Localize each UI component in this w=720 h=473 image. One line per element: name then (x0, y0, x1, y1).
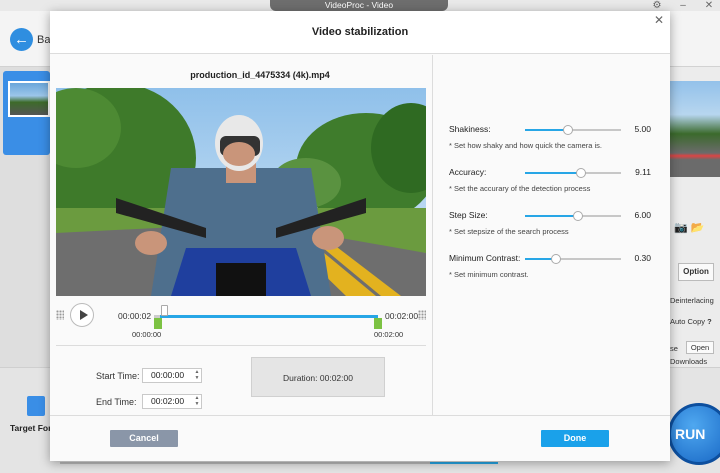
accuracy-slider[interactable] (525, 168, 621, 178)
close-icon[interactable]: ✕ (652, 13, 666, 27)
file-name: production_id_4475334 (4k).mp4 (190, 70, 330, 80)
format-tab[interactable] (60, 462, 160, 473)
output-folder-path: Downloads (670, 357, 708, 366)
start-time-value: 00:00:00 (151, 370, 185, 380)
shakiness-value: 5.00 (634, 124, 651, 134)
play-button[interactable] (70, 303, 94, 327)
accuracy-hint: * Set the accurary of the detection proc… (449, 184, 591, 193)
range-end-time: 00:02:00 (374, 330, 404, 339)
slider-knob[interactable] (573, 211, 583, 221)
cancel-button[interactable]: Cancel (110, 430, 178, 447)
end-time-value: 00:02:00 (151, 396, 185, 406)
end-time-input[interactable]: 00:02:00 ▲ ▼ (142, 394, 202, 409)
minimum-contrast-value: 0.30 (634, 253, 651, 263)
back-arrow-icon[interactable]: ← (10, 28, 33, 51)
end-time-display: 00:02:00 (385, 311, 419, 321)
step-size-hint: * Set stepsize of the search process (449, 227, 569, 236)
start-time-label: Start Time: (96, 371, 140, 381)
slider-knob[interactable] (563, 125, 573, 135)
timeline-grip-left[interactable] (56, 310, 64, 320)
video-list-panel (0, 67, 50, 367)
dialog-header: Video stabilization ✕ (50, 11, 670, 54)
format-tab[interactable] (230, 462, 430, 473)
target-format-icon[interactable] (27, 396, 45, 416)
divider (56, 345, 426, 346)
end-time-label: End Time: (96, 397, 137, 407)
preview-panel: production_id_4475334 (4k).mp4 00:00:02 … (50, 55, 432, 415)
minimize-icon[interactable]: – (676, 0, 690, 11)
window-close-icon[interactable]: ✕ (702, 0, 716, 11)
run-button[interactable]: RUN (668, 403, 720, 465)
shakiness-slider[interactable] (525, 125, 621, 135)
timeline-selected-range[interactable] (160, 315, 378, 318)
app-title-bar: VideoProc - Video ⚙ – ✕ (0, 0, 720, 11)
duration-label: Duration: (283, 373, 318, 383)
start-time-input[interactable]: 00:00:00 ▲ ▼ (142, 368, 202, 383)
minimum-contrast-label: Minimum Contrast: (449, 253, 521, 263)
duration-value: 00:02:00 (319, 373, 353, 383)
slider-knob[interactable] (551, 254, 561, 264)
done-button[interactable]: Done (541, 430, 609, 447)
step-size-slider[interactable] (525, 211, 621, 221)
trim-start-handle[interactable] (154, 318, 162, 329)
minimum-contrast-slider[interactable] (525, 254, 621, 264)
video-stabilization-dialog: Video stabilization ✕ production_id_4475… (50, 11, 670, 461)
slider-fill (525, 129, 568, 131)
shakiness-hint: * Set how shaky and how quick the camera… (449, 141, 602, 150)
dialog-title: Video stabilization (311, 26, 409, 38)
snapshot-camera-icon[interactable]: 📷 (674, 222, 688, 234)
minimum-contrast-hint: * Set minimum contrast. (449, 270, 529, 279)
video-preview[interactable] (56, 88, 426, 296)
help-icon[interactable]: ? (707, 317, 712, 326)
timeline-grip-right[interactable] (418, 310, 426, 320)
stabilization-settings: Shakiness: 5.00 * Set how shaky and how … (433, 55, 670, 415)
video-frame-image (56, 88, 426, 296)
accuracy-label: Accuracy: (449, 167, 487, 177)
dialog-footer: Cancel Done (50, 415, 670, 461)
preview-thumbnail (670, 81, 720, 177)
auto-copy-checkbox-label[interactable]: Auto Copy ? (670, 317, 712, 326)
browse-button[interactable]: se (670, 344, 678, 353)
start-time-spinner-icon[interactable]: ▲ ▼ (194, 369, 200, 381)
deinterlacing-checkbox-label[interactable]: Deinterlacing (670, 296, 714, 305)
playhead-handle[interactable] (161, 305, 168, 316)
slider-fill (525, 215, 578, 217)
current-time: 00:00:02 (118, 311, 152, 321)
target-format-label[interactable]: Target For (10, 423, 51, 433)
accuracy-value: 9.11 (635, 167, 651, 177)
trim-end-handle[interactable] (374, 318, 382, 329)
back-button-label[interactable]: Ba (37, 34, 50, 46)
format-category-tabs (60, 462, 670, 473)
slider-fill (525, 172, 581, 174)
format-tab-active[interactable] (430, 462, 498, 473)
slider-knob[interactable] (576, 168, 586, 178)
option-button[interactable]: Option (678, 263, 714, 281)
step-size-label: Step Size: (449, 210, 488, 220)
video-list-item[interactable] (3, 71, 50, 155)
folder-icon[interactable]: 📂 (691, 222, 705, 234)
shakiness-label: Shakiness: (449, 124, 491, 134)
settings-gear-icon[interactable]: ⚙ (650, 0, 664, 11)
auto-copy-label: Auto Copy (670, 317, 706, 326)
preview-side-panel: 📷 📂 Option Deinterlacing Auto Copy ? se … (670, 67, 720, 367)
duration-display: Duration: 00:02:00 (251, 357, 385, 397)
end-time-spinner-icon[interactable]: ▲ ▼ (194, 395, 200, 407)
open-folder-button[interactable]: Open (686, 341, 714, 354)
step-size-value: 6.00 (634, 210, 651, 220)
window-title: VideoProc - Video (270, 0, 448, 11)
range-start-time: 00:00:00 (132, 330, 162, 339)
format-tab[interactable] (160, 462, 230, 473)
video-thumbnail (8, 81, 50, 117)
preview-tools: 📷 📂 (674, 221, 718, 237)
